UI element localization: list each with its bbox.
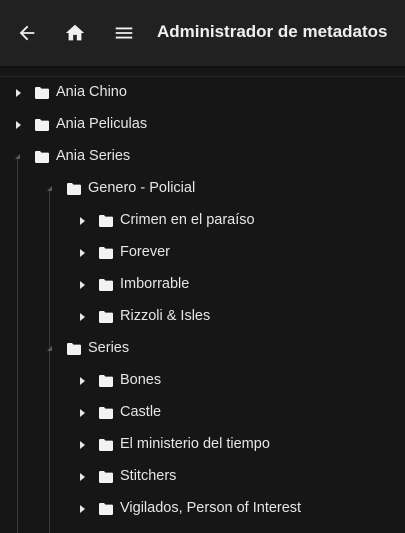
tree-node-label: Forever [120,244,170,260]
folder-icon [35,118,49,131]
menu-button[interactable] [109,18,139,48]
tree-node-label: Ania Series [56,148,131,164]
tree-node-label: Stitchers [120,468,177,484]
tree-node-label: Ania Peliculas [56,116,148,132]
back-button[interactable] [12,18,42,48]
folder-icon [99,278,113,291]
expanded-caret-icon[interactable] [45,184,55,194]
folder-icon [67,182,81,195]
collapsed-caret-icon[interactable] [13,120,23,130]
folder-icon [99,502,113,515]
collapsed-caret-icon[interactable] [77,216,87,226]
folder-icon [99,406,113,419]
folder-icon [99,470,113,483]
collapsed-caret-icon[interactable] [77,440,87,450]
folder-icon [67,342,81,355]
arrow-left-icon [19,25,35,41]
folder-icon [35,86,49,99]
tree-node[interactable]: Ania Peliculas [0,109,405,141]
tree-node[interactable]: Genero - Policial [0,173,405,205]
tree-node[interactable]: Stitchers [0,461,405,493]
home-button[interactable] [60,18,90,48]
hamburger-menu-icon [115,27,133,39]
folder-icon [99,214,113,227]
tree-node-label: Rizzoli & Isles [120,308,211,324]
collapsed-caret-icon[interactable] [77,504,87,514]
expanded-caret-icon[interactable] [45,344,55,354]
folder-icon [99,438,113,451]
tree-node[interactable]: El ministerio del tiempo [0,429,405,461]
home-icon [65,24,85,41]
tree-node[interactable]: Crimen en el paraíso [0,205,405,237]
app-bar: Administrador de metadatos [0,0,405,66]
collapsed-caret-icon[interactable] [77,472,87,482]
tree-node-label: Vigilados, Person of Interest [120,500,302,516]
tree-node-label: Series [88,340,130,356]
page-title: Administrador de metadatos [157,22,388,41]
folder-icon [99,374,113,387]
tree-node[interactable]: Castle [0,397,405,429]
tree-node-label: Imborrable [120,276,190,292]
collapsed-caret-icon[interactable] [77,248,87,258]
folder-tree: Ania Chino Ania Peliculas Ania Series Gener… [0,77,405,533]
folder-icon [99,246,113,259]
tree-node[interactable]: Forever [0,237,405,269]
tree-node-label: Castle [120,404,162,420]
tree-node[interactable]: Series [0,333,405,365]
tree-node[interactable]: Vigilados, Person of Interest [0,493,405,525]
tree-node[interactable]: Imborrable [0,269,405,301]
folder-icon [35,150,49,163]
collapsed-caret-icon[interactable] [77,376,87,386]
tree-node[interactable]: Rizzoli & Isles [0,301,405,333]
tree-node-label: Genero - Policial [88,180,196,196]
collapsed-caret-icon[interactable] [77,312,87,322]
tree-node-label: Crimen en el paraíso [120,212,255,228]
collapsed-caret-icon[interactable] [77,280,87,290]
folder-icon [99,310,113,323]
collapsed-caret-icon[interactable] [77,408,87,418]
expanded-caret-icon[interactable] [13,152,23,162]
collapsed-caret-icon[interactable] [13,88,23,98]
tree-node[interactable]: Ania Series [0,141,405,173]
tree-node-label: Ania Chino [56,84,127,100]
tree-node[interactable]: Bones [0,365,405,397]
tree-node-label: El ministerio del tiempo [120,436,270,452]
tree-node-label: Bones [120,372,162,388]
tree-node[interactable]: Ania Chino [0,77,405,109]
